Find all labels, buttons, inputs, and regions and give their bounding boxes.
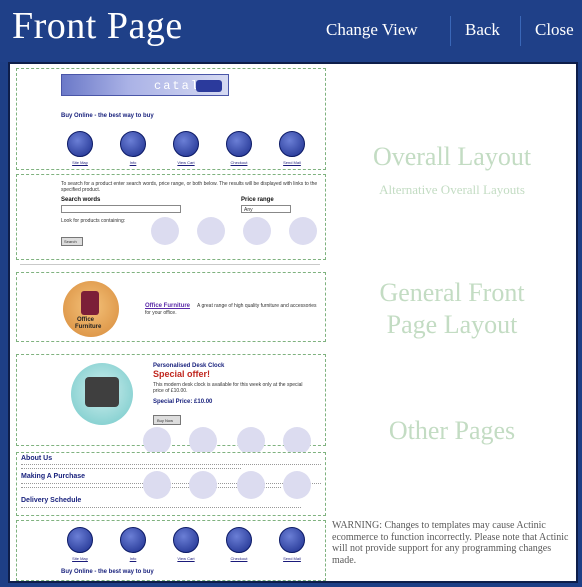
hotspot-circle bbox=[237, 427, 265, 455]
hotspot-circle bbox=[189, 471, 217, 499]
tagline: Buy Online - the best way to buy bbox=[61, 113, 154, 119]
making-title: Making A Purchase bbox=[21, 473, 86, 480]
image-label: Office bbox=[77, 317, 95, 323]
buy-now-button[interactable]: Buy Now bbox=[153, 415, 181, 425]
hotspot-circle bbox=[197, 217, 225, 245]
price-range-select[interactable]: Any bbox=[241, 205, 291, 213]
chair-shape bbox=[81, 291, 99, 315]
nav-label: Site Map bbox=[72, 160, 88, 165]
about-title: About Us bbox=[21, 455, 53, 462]
hotspot-circle bbox=[289, 217, 317, 245]
checkout-icon[interactable] bbox=[226, 527, 252, 553]
overall-layout-link[interactable]: Overall Layout bbox=[326, 142, 578, 172]
hotspot-circle bbox=[143, 471, 171, 499]
view-cart-icon[interactable] bbox=[173, 527, 199, 553]
price-range-label: Price range bbox=[241, 197, 274, 203]
look-for-label: Look for products containing: bbox=[61, 218, 126, 224]
hotspot-circle bbox=[151, 217, 179, 245]
page-title: Front Page bbox=[12, 5, 183, 47]
office-furniture-image: Office Furniture bbox=[63, 281, 119, 337]
nav-label: Checkout bbox=[230, 556, 248, 561]
preview-header-panel[interactable]: catalog Buy Online - the best way to buy… bbox=[16, 68, 326, 170]
nav-label: View Cart bbox=[177, 556, 195, 561]
general-front-page-layout-link[interactable]: General Front bbox=[326, 278, 578, 308]
send-mail-icon[interactable] bbox=[279, 131, 305, 157]
search-intro: To search for a product enter search wor… bbox=[61, 181, 318, 193]
header-bar: Front Page Change View Back Close bbox=[0, 0, 582, 62]
product-price: Special Price: £10.00 bbox=[153, 399, 213, 405]
buy-now-label: Buy Now bbox=[157, 418, 174, 423]
hotspot-circle bbox=[143, 427, 171, 455]
close-button[interactable]: Close bbox=[535, 20, 574, 40]
info-text-line bbox=[21, 464, 321, 466]
image-label: Furniture bbox=[75, 324, 102, 330]
preview-footer-panel[interactable]: Site Map Info View Cart Checkout Send Ma… bbox=[16, 520, 326, 581]
price-range-value: Any bbox=[244, 207, 253, 213]
nav-label: Send Mail bbox=[283, 160, 301, 165]
hotspot-circle bbox=[243, 217, 271, 245]
hotspot-circle bbox=[283, 427, 311, 455]
preview-divider bbox=[20, 264, 320, 265]
main-content: catalog Buy Online - the best way to buy… bbox=[8, 62, 578, 583]
nav-label: View Cart bbox=[177, 160, 195, 165]
alternative-overall-layouts-link[interactable]: Alternative Overall Layouts bbox=[326, 182, 578, 198]
nav-label: Site Map bbox=[72, 556, 88, 561]
preview-info-panel[interactable]: About Us Making A Purchase Delivery Sche… bbox=[16, 452, 326, 516]
footer-tagline: Buy Online - the best way to buy bbox=[61, 569, 154, 575]
clock-image bbox=[71, 363, 133, 425]
change-view-button[interactable]: Change View bbox=[326, 20, 418, 40]
hotspot-circle bbox=[283, 471, 311, 499]
hotspot-circle bbox=[189, 427, 217, 455]
section-text: A great range of high quality furniture … bbox=[145, 303, 317, 316]
preview-product-panel[interactable]: Personalised Desk Clock Special offer! T… bbox=[16, 354, 326, 455]
search-words-label: Search words bbox=[61, 197, 101, 203]
header-divider bbox=[520, 16, 521, 46]
info-icon[interactable] bbox=[120, 131, 146, 157]
nav-label: Info bbox=[129, 160, 137, 165]
product-special: Special offer! bbox=[153, 369, 211, 379]
clock-shape bbox=[85, 377, 119, 407]
site-map-icon[interactable] bbox=[67, 131, 93, 157]
header-divider bbox=[450, 16, 451, 46]
logo-dots bbox=[196, 80, 222, 92]
info-text-line bbox=[21, 483, 321, 485]
checkout-icon[interactable] bbox=[226, 131, 252, 157]
info-text-line bbox=[21, 507, 301, 509]
nav-label: Send Mail bbox=[283, 556, 301, 561]
general-front-page-layout-link[interactable]: Page Layout bbox=[326, 310, 578, 340]
nav-label: Info bbox=[129, 556, 137, 561]
nav-label: Checkout bbox=[230, 160, 248, 165]
preview-section-panel[interactable]: Office Furniture Office Furniture A grea… bbox=[16, 272, 326, 342]
search-words-input[interactable] bbox=[61, 205, 181, 213]
search-button[interactable]: Search bbox=[61, 237, 83, 246]
catalog-logo: catalog bbox=[61, 74, 229, 96]
send-mail-icon[interactable] bbox=[279, 527, 305, 553]
product-desc: This modern desk clock is available for … bbox=[153, 382, 303, 394]
search-button-label: Search bbox=[64, 239, 77, 244]
delivery-title: Delivery Schedule bbox=[21, 497, 82, 504]
other-pages-link[interactable]: Other Pages bbox=[326, 416, 578, 446]
preview-search-panel[interactable]: To search for a product enter search wor… bbox=[16, 174, 326, 260]
template-preview: catalog Buy Online - the best way to buy… bbox=[16, 68, 326, 581]
info-text-line bbox=[21, 468, 241, 470]
view-cart-icon[interactable] bbox=[173, 131, 199, 157]
site-map-icon[interactable] bbox=[67, 527, 93, 553]
warning-text: WARNING: Changes to templates may cause … bbox=[332, 520, 569, 566]
back-button[interactable]: Back bbox=[465, 20, 500, 40]
hotspot-circle bbox=[237, 471, 265, 499]
info-icon[interactable] bbox=[120, 527, 146, 553]
